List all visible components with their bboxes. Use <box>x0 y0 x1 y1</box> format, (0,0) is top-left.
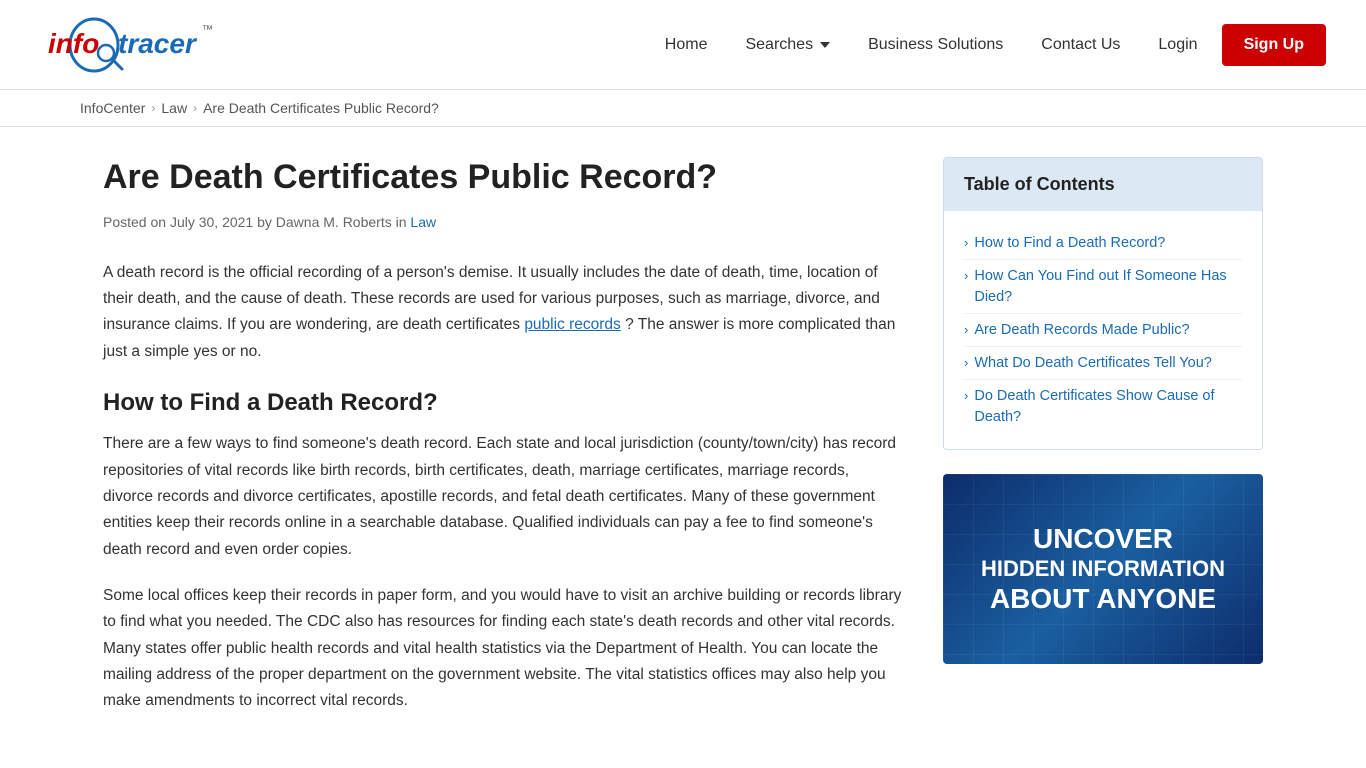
toc-chevron-icon-4: › <box>964 355 968 370</box>
toc-chevron-icon-2: › <box>964 268 968 283</box>
page-content: Are Death Certificates Public Record? Po… <box>43 127 1323 765</box>
svg-text:tracer: tracer <box>118 28 198 59</box>
article-meta-text: Posted on July 30, 2021 by Dawna M. Robe… <box>103 214 407 230</box>
main-article: Are Death Certificates Public Record? Po… <box>103 157 903 735</box>
table-of-contents: Table of Contents › How to Find a Death … <box>943 157 1263 450</box>
breadcrumb-sep-2: › <box>193 101 197 115</box>
nav-home[interactable]: Home <box>651 28 722 62</box>
toc-chevron-icon-3: › <box>964 322 968 337</box>
main-nav: Home Searches Business Solutions Contact… <box>651 24 1326 66</box>
article-p1: A death record is the official recording… <box>103 260 903 365</box>
breadcrumb-sep-1: › <box>151 101 155 115</box>
toc-link-1[interactable]: How to Find a Death Record? <box>974 233 1165 253</box>
toc-item-2[interactable]: › How Can You Find out If Someone Has Di… <box>964 260 1242 314</box>
sidebar: Table of Contents › How to Find a Death … <box>943 157 1263 735</box>
banner-line-3: ABOUT ANYONE <box>981 582 1225 616</box>
article-p2: There are a few ways to find someone's d… <box>103 431 903 563</box>
breadcrumb: InfoCenter › Law › Are Death Certificate… <box>0 90 1366 127</box>
toc-chevron-icon-1: › <box>964 235 968 250</box>
article-h2-1: How to Find a Death Record? <box>103 389 903 417</box>
breadcrumb-current: Are Death Certificates Public Record? <box>203 100 439 116</box>
toc-body: › How to Find a Death Record? › How Can … <box>944 211 1262 449</box>
toc-item-5[interactable]: › Do Death Certificates Show Cause of De… <box>964 380 1242 433</box>
toc-link-5[interactable]: Do Death Certificates Show Cause of Deat… <box>974 386 1242 427</box>
toc-item-1[interactable]: › How to Find a Death Record? <box>964 227 1242 260</box>
nav-searches[interactable]: Searches <box>731 28 844 62</box>
article-category-link[interactable]: Law <box>410 214 436 230</box>
searches-chevron-icon <box>820 42 830 48</box>
toc-item-4[interactable]: › What Do Death Certificates Tell You? <box>964 347 1242 380</box>
nav-login[interactable]: Login <box>1144 28 1211 62</box>
logo[interactable]: info tracer ™ <box>40 15 220 75</box>
nav-business-solutions[interactable]: Business Solutions <box>854 28 1017 62</box>
public-records-link[interactable]: public records <box>524 316 621 333</box>
article-body: A death record is the official recording… <box>103 260 903 715</box>
banner-text: UNCOVER HIDDEN INFORMATION ABOUT ANYONE <box>981 522 1225 616</box>
breadcrumb-law[interactable]: Law <box>161 100 187 116</box>
banner-line-2: HIDDEN INFORMATION <box>981 556 1225 582</box>
article-p3: Some local offices keep their records in… <box>103 583 903 715</box>
toc-link-4[interactable]: What Do Death Certificates Tell You? <box>974 353 1212 373</box>
toc-item-3[interactable]: › Are Death Records Made Public? <box>964 314 1242 347</box>
article-meta: Posted on July 30, 2021 by Dawna M. Robe… <box>103 214 903 230</box>
banner-line-1: UNCOVER <box>981 522 1225 556</box>
nav-contact-us[interactable]: Contact Us <box>1027 28 1134 62</box>
sidebar-banner[interactable]: UNCOVER HIDDEN INFORMATION ABOUT ANYONE <box>943 474 1263 664</box>
article-title: Are Death Certificates Public Record? <box>103 157 903 198</box>
svg-text:info: info <box>48 28 99 59</box>
breadcrumb-infocenter[interactable]: InfoCenter <box>80 100 145 116</box>
toc-link-3[interactable]: Are Death Records Made Public? <box>974 320 1189 340</box>
toc-link-2[interactable]: How Can You Find out If Someone Has Died… <box>974 266 1242 307</box>
toc-header: Table of Contents <box>944 158 1262 211</box>
signup-button[interactable]: Sign Up <box>1222 24 1326 66</box>
site-header: info tracer ™ Home Searches Business Sol… <box>0 0 1366 90</box>
toc-chevron-icon-5: › <box>964 388 968 403</box>
svg-text:™: ™ <box>202 24 213 36</box>
